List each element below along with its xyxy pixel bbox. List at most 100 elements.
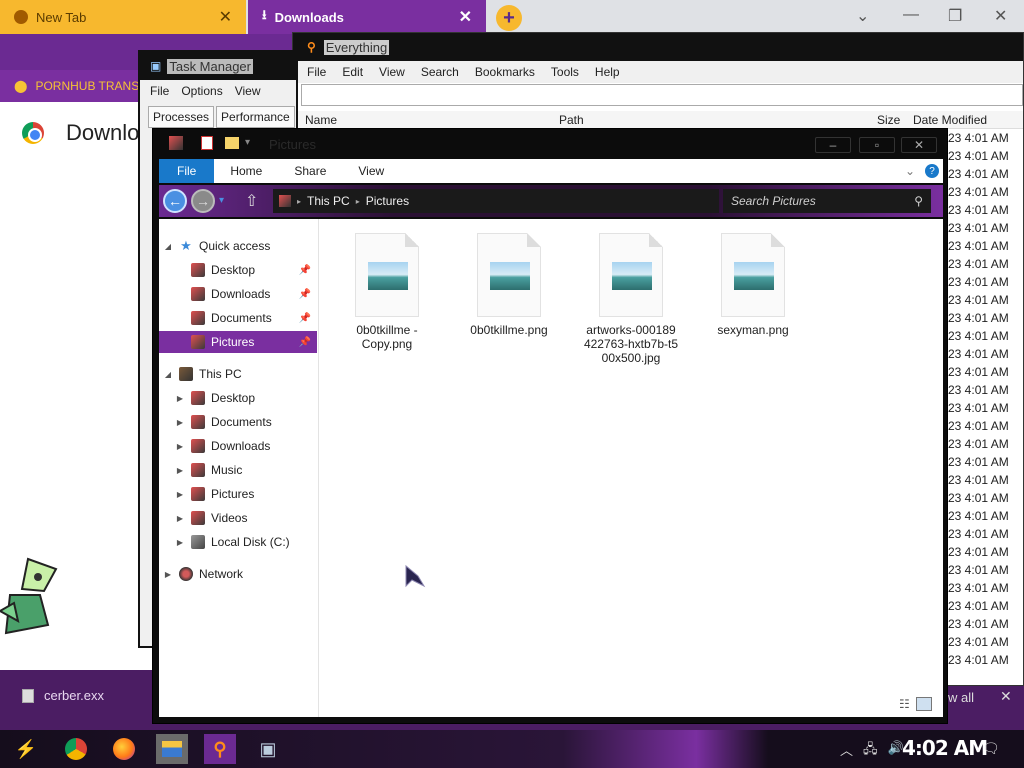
tab-downloads[interactable]: ⭳ Downloads ✕ — [248, 0, 486, 34]
tab-performance[interactable]: Performance — [216, 106, 295, 128]
collapse-arrow-icon[interactable]: ◢ — [163, 242, 173, 251]
result-row-date[interactable]: 23 4:01 AM — [948, 183, 1024, 201]
result-row-date[interactable]: 23 4:01 AM — [948, 453, 1024, 471]
breadcrumb-pictures[interactable]: Pictures — [366, 194, 409, 208]
collapse-arrow-icon[interactable]: ◢ — [163, 370, 173, 379]
result-row-date[interactable]: 23 4:01 AM — [948, 201, 1024, 219]
file-explorer-icon[interactable] — [156, 734, 188, 764]
close-icon[interactable]: ✕ — [994, 6, 1007, 26]
new-folder-icon[interactable] — [225, 137, 239, 149]
menu-view[interactable]: View — [235, 84, 261, 98]
result-row-date[interactable]: 23 4:01 AM — [948, 147, 1024, 165]
result-row-date[interactable]: 23 4:01 AM — [948, 435, 1024, 453]
expand-arrow-icon[interactable]: ▶ — [175, 490, 185, 499]
result-row-date[interactable]: 23 4:01 AM — [948, 399, 1024, 417]
minimize-button[interactable]: – — [815, 137, 851, 153]
pin-icon[interactable]: 📌 — [299, 289, 311, 300]
up-arrow-icon[interactable]: ⇧ — [245, 191, 258, 211]
ribbon-tab-home[interactable]: Home — [214, 159, 278, 183]
ribbon-tab-view[interactable]: View — [342, 159, 400, 183]
result-row-date[interactable]: 23 4:01 AM — [948, 597, 1024, 615]
search-input[interactable]: Search Pictures — [731, 194, 816, 208]
maximize-button[interactable]: ▫ — [859, 137, 895, 153]
result-row-date[interactable]: 23 4:01 AM — [948, 381, 1024, 399]
result-row-date[interactable]: 23 4:01 AM — [948, 273, 1024, 291]
minimize-icon[interactable]: — — [903, 6, 919, 24]
nav-quick-pictures[interactable]: Pictures 📌 — [159, 331, 317, 353]
show-hidden-icons-chevron-icon[interactable]: ︿ — [840, 740, 853, 762]
result-row-date[interactable]: 23 4:01 AM — [948, 489, 1024, 507]
file-item[interactable]: 0b0tkillme.png — [461, 233, 557, 337]
large-icons-view-icon[interactable] — [915, 697, 932, 711]
column-name[interactable]: Name — [305, 113, 337, 127]
result-row-date[interactable]: 23 4:01 AM — [948, 507, 1024, 525]
result-row-date[interactable]: 23 4:01 AM — [948, 255, 1024, 273]
restore-icon[interactable]: ❐ — [948, 6, 962, 26]
properties-icon[interactable] — [201, 136, 213, 150]
result-row-date[interactable]: 23 4:01 AM — [948, 561, 1024, 579]
download-bar-close-icon[interactable]: ✕ — [1000, 688, 1012, 705]
forward-button[interactable]: → — [191, 189, 215, 213]
result-row-date[interactable]: 23 4:01 AM — [948, 471, 1024, 489]
nav-pc-pictures[interactable]: ▶ Pictures — [159, 483, 317, 505]
start-icon[interactable]: ⚡ — [10, 734, 42, 764]
nav-pc-documents[interactable]: ▶ Documents — [159, 411, 317, 433]
recent-locations-dropdown-icon[interactable]: ▾ — [219, 195, 224, 206]
expand-arrow-icon[interactable]: ▶ — [175, 394, 185, 403]
result-row-date[interactable]: 23 4:01 AM — [948, 543, 1024, 561]
nav-quick-downloads[interactable]: Downloads 📌 — [159, 283, 317, 305]
result-row-date[interactable]: 23 4:01 AM — [948, 327, 1024, 345]
address-bar[interactable]: ▸ This PC ▸ Pictures — [273, 189, 719, 213]
expand-arrow-icon[interactable]: ▶ — [175, 442, 185, 451]
result-row-date[interactable]: 23 4:01 AM — [948, 165, 1024, 183]
menu-edit[interactable]: Edit — [342, 65, 363, 79]
result-row-date[interactable]: 23 4:01 AM — [948, 129, 1024, 147]
result-row-date[interactable]: 23 4:01 AM — [948, 615, 1024, 633]
result-row-date[interactable]: 23 4:01 AM — [948, 417, 1024, 435]
file-item[interactable]: artworks-000189422763-hxtb7b-t500x500.jp… — [583, 233, 679, 365]
ribbon-expand-chevron-icon[interactable]: ⌄ — [905, 164, 915, 178]
taskbar-clock[interactable]: 4:02 AM — [902, 736, 988, 760]
menu-options[interactable]: Options — [181, 84, 222, 98]
nav-pc-local-disk[interactable]: ▶ Local Disk (C:) — [159, 531, 317, 553]
nav-pc-downloads[interactable]: ▶ Downloads — [159, 435, 317, 457]
nav-pc-videos[interactable]: ▶ Videos — [159, 507, 317, 529]
tab-close-icon[interactable]: ✕ — [219, 7, 232, 27]
nav-quick-desktop[interactable]: Desktop 📌 — [159, 259, 317, 281]
nav-quick-access[interactable]: ◢ ★ Quick access — [159, 235, 317, 257]
firefox-icon[interactable] — [108, 734, 140, 764]
file-item[interactable]: 0b0tkillme - Copy.png — [339, 233, 435, 351]
nav-network[interactable]: ▶ Network — [159, 563, 317, 585]
everything-icon[interactable]: ⚲ — [204, 734, 236, 764]
tab-new-tab[interactable]: New Tab ✕ — [0, 0, 246, 34]
nav-quick-documents[interactable]: Documents 📌 — [159, 307, 317, 329]
breadcrumb-this-pc[interactable]: This PC — [307, 194, 350, 208]
menu-file[interactable]: File — [150, 84, 169, 98]
ribbon-tab-share[interactable]: Share — [278, 159, 342, 183]
ribbon-tab-file[interactable]: File — [159, 159, 215, 183]
expand-arrow-icon[interactable]: ▶ — [175, 466, 185, 475]
tab-close-icon[interactable]: ✕ — [459, 7, 472, 27]
result-row-date[interactable]: 23 4:01 AM — [948, 363, 1024, 381]
menu-tools[interactable]: Tools — [551, 65, 579, 79]
column-size[interactable]: Size — [877, 113, 900, 127]
network-status-icon[interactable]: 🖧 — [863, 740, 878, 762]
chrome-icon[interactable] — [60, 734, 92, 764]
nav-pc-desktop[interactable]: ▶ Desktop — [159, 387, 317, 409]
download-item[interactable]: cerber.exx — [22, 688, 104, 703]
pin-icon[interactable]: 📌 — [299, 337, 311, 348]
nav-pc-music[interactable]: ▶ Music — [159, 459, 317, 481]
expand-arrow-icon[interactable]: ▶ — [163, 570, 173, 579]
column-date-modified[interactable]: Date Modified — [913, 113, 987, 127]
column-path[interactable]: Path — [559, 113, 584, 127]
menu-bookmarks[interactable]: Bookmarks — [475, 65, 535, 79]
bookmark-item[interactable]: PORNHUB TRANS — [35, 79, 139, 93]
help-icon[interactable]: ? — [925, 164, 939, 178]
result-row-date[interactable]: 23 4:01 AM — [948, 525, 1024, 543]
task-manager-icon[interactable]: ▣ — [252, 734, 284, 764]
result-row-date[interactable]: 23 4:01 AM — [948, 651, 1024, 669]
nav-this-pc[interactable]: ◢ This PC — [159, 363, 317, 385]
notifications-icon[interactable]: 🗨 — [982, 740, 1000, 757]
menu-view[interactable]: View — [379, 65, 405, 79]
back-button[interactable]: ← — [163, 189, 187, 213]
